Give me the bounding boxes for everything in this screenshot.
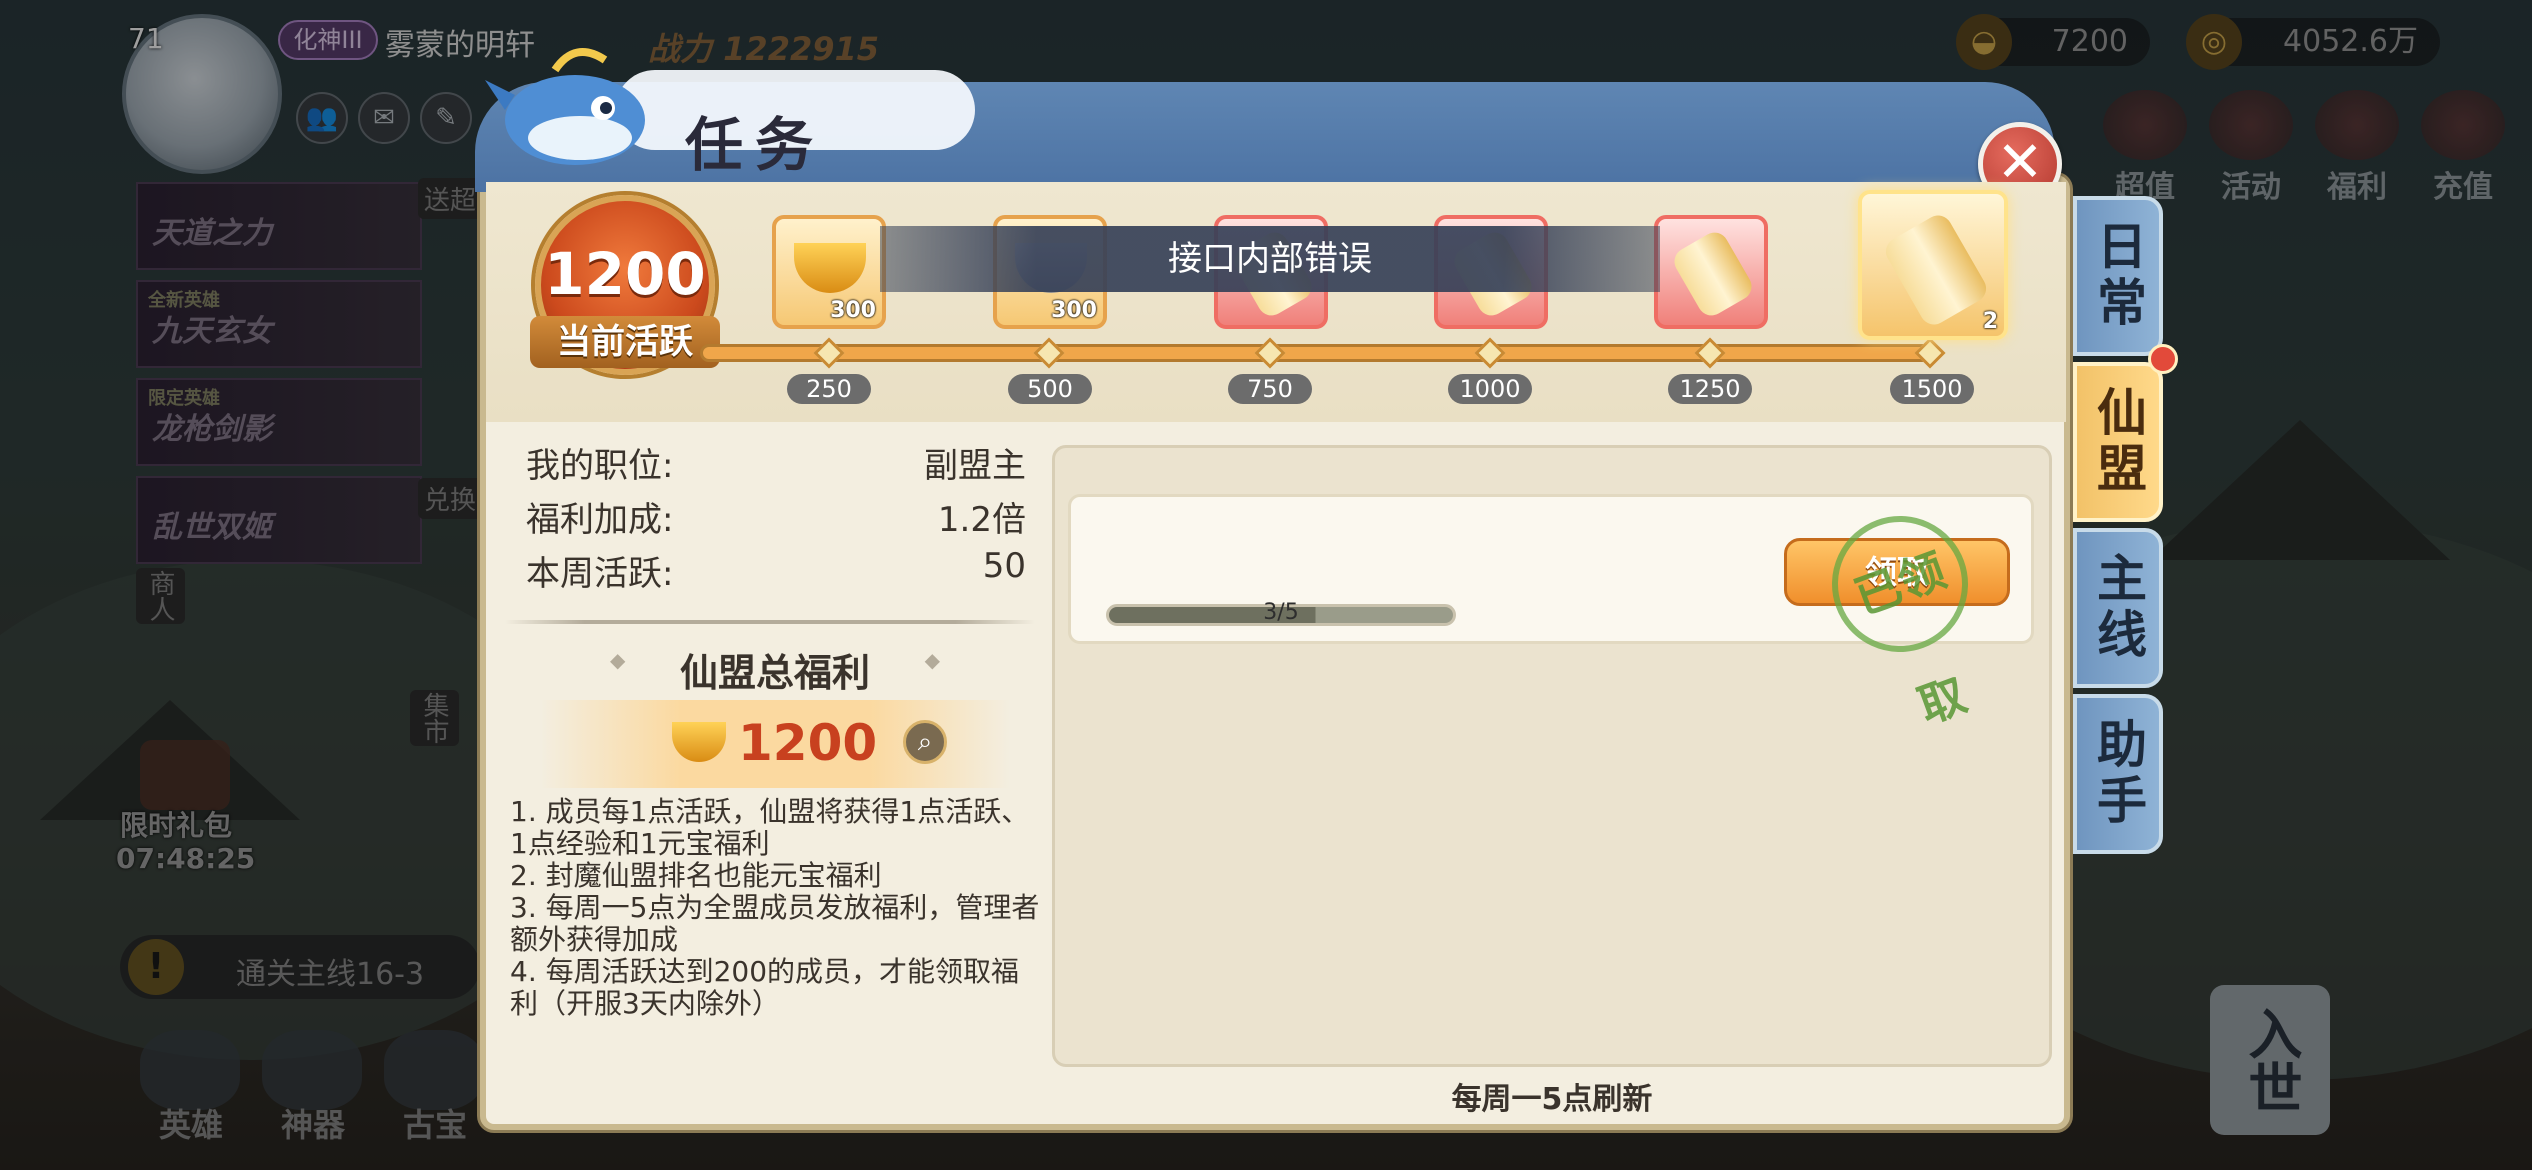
milestone-1500: 1500 bbox=[1890, 374, 1974, 404]
refresh-note: 每周一5点刷新 bbox=[1451, 1082, 1653, 1117]
rule-line: 2. 封魔仙盟排名也能元宝福利 bbox=[510, 859, 882, 892]
reward-qty: 300 bbox=[830, 298, 876, 323]
gift-badge-icon bbox=[2148, 344, 2178, 374]
divider bbox=[505, 620, 1035, 624]
activity-track bbox=[700, 344, 1940, 362]
rule-line: 4. 每周活跃达到200的成员，才能领取福利（开服3天内除外） bbox=[510, 955, 1020, 1020]
bonus-row: 福利加成: 1.2倍 bbox=[526, 492, 1026, 540]
position-label: 我的职位: bbox=[526, 446, 674, 486]
error-toast: 接口内部错误 bbox=[880, 226, 1660, 292]
gold-ingot-icon bbox=[794, 243, 866, 293]
current-activity-label: 当前活跃 bbox=[530, 316, 720, 368]
rule-line: 3. 每周一5点为全盟成员发放福利，管理者额外获得加成 bbox=[510, 891, 1040, 956]
total-welfare-value: 1200 bbox=[738, 714, 878, 772]
scroll-icon bbox=[1669, 227, 1757, 321]
rule-line: 1. 成员每1点活跃，仙盟将获得1点活跃、1点经验和1元宝福利 bbox=[510, 795, 1030, 860]
reward-1500[interactable]: 2 bbox=[1858, 190, 2008, 340]
weekly-activity-label: 本周活跃: bbox=[526, 554, 674, 594]
weekly-activity-value: 50 bbox=[982, 546, 1026, 586]
milestone-250: 250 bbox=[787, 374, 871, 404]
reward-qty: 300 bbox=[1051, 298, 1097, 323]
milestone-1000: 1000 bbox=[1448, 374, 1532, 404]
task-progress-text: 3/5 bbox=[1263, 600, 1299, 625]
milestone-750: 750 bbox=[1228, 374, 1312, 404]
total-welfare-title: 仙盟总福利 bbox=[540, 642, 1010, 697]
tab-alliance[interactable]: 仙盟 bbox=[2073, 362, 2163, 522]
bonus-label: 福利加成: bbox=[526, 500, 674, 540]
tab-assistant[interactable]: 助手 bbox=[2073, 694, 2163, 854]
position-value: 副盟主 bbox=[924, 446, 1026, 486]
bonus-value: 1.2倍 bbox=[937, 500, 1026, 540]
weekly-activity-row: 本周活跃: 50 bbox=[526, 546, 1026, 594]
panel-title: 任务 bbox=[685, 111, 826, 179]
position-row: 我的职位: 副盟主 bbox=[526, 438, 1026, 486]
magnifier-icon[interactable]: ⌕ bbox=[903, 720, 947, 764]
panel-header: 任务 bbox=[475, 40, 2055, 192]
tab-daily[interactable]: 日常 bbox=[2073, 196, 2163, 356]
welfare-rules: 1. 成员每1点活跃，仙盟将获得1点活跃、1点经验和1元宝福利 2. 封魔仙盟排… bbox=[510, 796, 1040, 1020]
reward-1250[interactable] bbox=[1654, 215, 1768, 329]
milestone-500: 500 bbox=[1008, 374, 1092, 404]
reward-250[interactable]: 300 bbox=[772, 215, 886, 329]
whale-mascot-icon bbox=[485, 48, 645, 165]
reward-qty: 2 bbox=[1982, 309, 1998, 334]
scroll-icon bbox=[1880, 210, 1992, 330]
current-activity-value: 1200 bbox=[544, 240, 706, 308]
tab-main-quest[interactable]: 主线 bbox=[2073, 528, 2163, 688]
milestone-1250: 1250 bbox=[1668, 374, 1752, 404]
